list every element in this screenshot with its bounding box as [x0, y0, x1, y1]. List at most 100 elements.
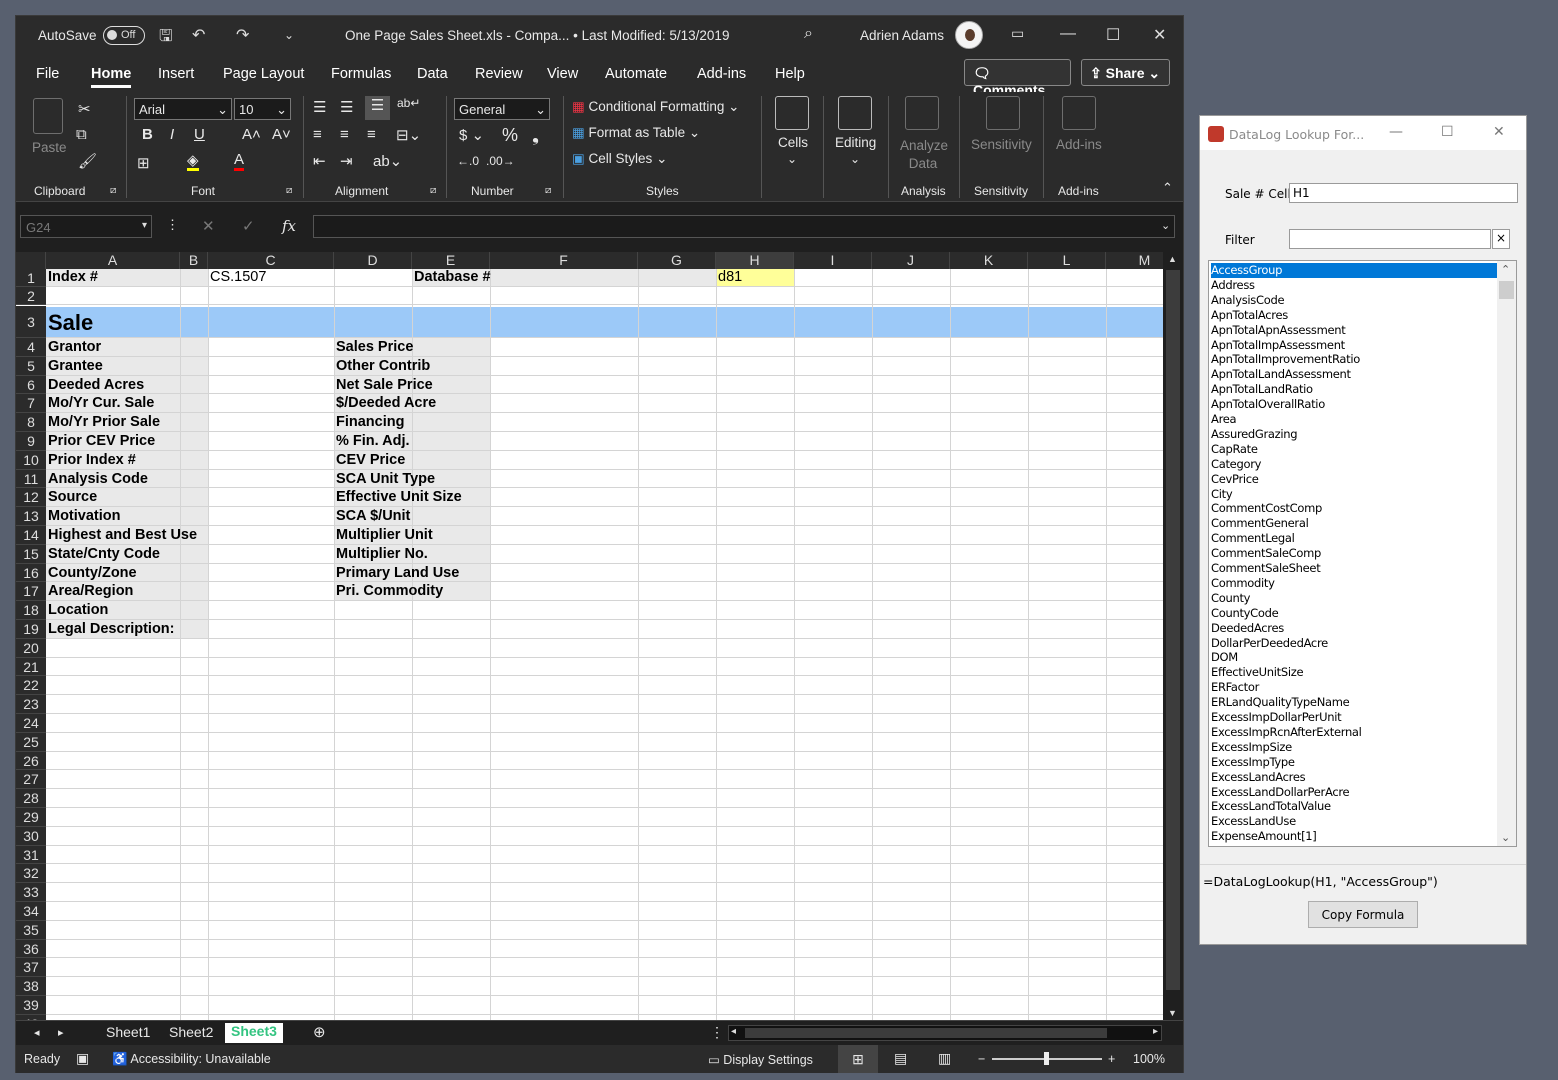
analyze-data-button[interactable]: Analyze Data [900, 137, 948, 173]
field-list[interactable]: AccessGroup Address AnalysisCode ApnTotalAc… [1208, 260, 1517, 847]
align-right-icon[interactable]: ≡ [367, 126, 376, 143]
row-header[interactable]: 22 [16, 676, 46, 696]
close-icon[interactable]: ✕ [1153, 25, 1166, 45]
sheet-tab-1[interactable]: Sheet1 [106, 1024, 150, 1040]
row-header[interactable]: 17 [16, 582, 46, 602]
font-size-select[interactable]: 10 ⌄ [234, 98, 291, 120]
decrease-indent-icon[interactable]: ⇤ [313, 152, 326, 170]
label-cell[interactable]: SCA $/Unit [334, 508, 410, 524]
list-item[interactable]: AnalysisCode [1211, 293, 1285, 308]
cell-e1[interactable]: Database # [412, 269, 491, 285]
zoom-level[interactable]: 100% [1133, 1052, 1165, 1066]
list-item[interactable]: ApnTotalApnAssessment [1211, 323, 1346, 338]
minimize-icon[interactable]: — [1389, 124, 1403, 140]
list-item[interactable]: ApnTotalAcres [1211, 308, 1288, 323]
vertical-scrollbar[interactable]: ▲ ▼ [1163, 252, 1183, 1020]
decrease-font-icon[interactable]: A˅ [272, 126, 291, 143]
bold-icon[interactable]: B [142, 126, 153, 143]
save-icon[interactable]: 🖫 [159, 25, 173, 52]
row-header[interactable]: 19 [16, 620, 46, 639]
chevron-down-icon[interactable]: ⌄ [850, 152, 860, 166]
label-cell[interactable]: Location [46, 602, 108, 618]
column-header[interactable]: K [950, 252, 1028, 269]
row-header[interactable]: 16 [16, 563, 46, 583]
dialog-launcher-icon[interactable]: ⧄ [286, 185, 292, 196]
maximize-icon[interactable]: ☐ [1441, 124, 1454, 140]
tab-insert[interactable]: Insert [158, 66, 194, 82]
row-header[interactable]: 23 [16, 695, 46, 714]
row-header[interactable]: 4 [16, 338, 46, 357]
row-header[interactable]: 25 [16, 732, 46, 752]
scroll-down-icon[interactable]: ⌄ [1501, 831, 1510, 844]
zoom-out-icon[interactable]: − [978, 1052, 985, 1066]
formula-input[interactable] [313, 215, 1175, 238]
column-header[interactable]: A [46, 252, 180, 269]
list-item[interactable]: Address [1211, 278, 1255, 293]
tab-home[interactable]: Home [91, 66, 132, 88]
zoom-slider-thumb[interactable] [1044, 1052, 1049, 1065]
row-header[interactable]: 10 [16, 450, 46, 470]
column-header[interactable]: G [638, 252, 716, 269]
font-name-select[interactable]: Arial ⌄ [134, 98, 232, 120]
sale-cell-input[interactable]: H1 [1289, 183, 1518, 203]
horizontal-scrollbar[interactable]: ◂ ▸ [728, 1025, 1162, 1041]
column-header[interactable]: I [794, 252, 872, 269]
paste-icon[interactable] [33, 98, 63, 134]
more-icon[interactable]: ⋮ [710, 1024, 724, 1041]
row-header[interactable]: 11 [16, 469, 46, 489]
column-header[interactable]: J [872, 252, 950, 269]
row-header[interactable]: 6 [16, 375, 46, 395]
row-header[interactable]: 2 [16, 287, 46, 305]
label-cell[interactable]: Effective Unit Size [334, 489, 462, 505]
list-item[interactable]: ApnTotalImpAssessment [1211, 338, 1345, 353]
tab-formulas[interactable]: Formulas [331, 66, 391, 82]
label-cell[interactable]: $/Deeded Acre [334, 395, 436, 411]
copy-icon[interactable]: ⧉ [76, 126, 87, 143]
conditional-formatting-button[interactable]: ▦ Conditional Formatting ⌄ [572, 99, 739, 115]
label-cell[interactable]: Motivation [46, 508, 121, 524]
page-break-view-icon[interactable]: ▥ [938, 1050, 951, 1067]
orientation-icon[interactable]: ab⌄ [373, 152, 402, 170]
label-cell[interactable]: Highest and Best Use [46, 527, 197, 543]
prev-sheet-icon[interactable]: ◂ [34, 1026, 40, 1039]
undo-icon[interactable]: ↶ [192, 25, 205, 45]
column-header[interactable]: D [334, 252, 412, 269]
clear-filter-button[interactable]: × [1492, 229, 1510, 249]
sensitivity-button[interactable]: Sensitivity [971, 137, 1032, 152]
scroll-thumb[interactable] [745, 1028, 1107, 1038]
search-icon[interactable]: ⌕ [804, 25, 813, 43]
scroll-right-icon[interactable]: ▸ [1153, 1026, 1158, 1037]
dialog-launcher-icon[interactable]: ⧄ [430, 185, 436, 196]
borders-icon[interactable]: ⊞ [137, 154, 150, 172]
list-item[interactable]: DeededAcres [1211, 621, 1284, 636]
zoom-in-icon[interactable]: + [1108, 1052, 1115, 1066]
scroll-thumb[interactable] [1499, 281, 1514, 299]
label-cell[interactable]: Net Sale Price [334, 377, 433, 393]
paste-label[interactable]: Paste [32, 140, 67, 155]
list-item[interactable]: DOM [1211, 650, 1238, 665]
list-item[interactable]: ExcessImpType [1211, 755, 1295, 770]
row-header[interactable]: 21 [16, 657, 46, 677]
dialog-launcher-icon[interactable]: ⧄ [110, 185, 116, 196]
column-header[interactable]: B [180, 252, 208, 269]
row-header[interactable]: 7 [16, 394, 46, 414]
scroll-down-icon[interactable]: ▼ [1168, 1008, 1177, 1018]
tab-page-layout[interactable]: Page Layout [223, 66, 304, 82]
share-button[interactable]: ⇪ Share ⌄ [1081, 59, 1170, 86]
list-item[interactable]: ERLandQualityTypeName [1211, 695, 1350, 710]
increase-indent-icon[interactable]: ⇥ [340, 152, 353, 170]
currency-icon[interactable]: $ ⌄ [459, 126, 484, 144]
row-header[interactable]: 38 [16, 977, 46, 996]
label-cell[interactable]: Mo/Yr Prior Sale [46, 414, 160, 430]
list-item[interactable]: CevPrice [1211, 472, 1259, 487]
close-icon[interactable]: ✕ [1493, 124, 1505, 140]
add-ins-icon[interactable] [1062, 96, 1096, 130]
list-item[interactable]: ExcessImpSize [1211, 740, 1292, 755]
label-cell[interactable]: Multiplier Unit [334, 527, 433, 543]
list-item[interactable]: ExcessLandTotalValue [1211, 799, 1331, 814]
cut-icon[interactable]: ✂ [78, 100, 91, 118]
display-settings-button[interactable]: ▭ Display Settings [708, 1052, 813, 1067]
enter-icon[interactable]: ✓ [242, 217, 255, 235]
row-header[interactable]: 14 [16, 526, 46, 545]
redo-icon[interactable]: ↷ [236, 25, 249, 45]
